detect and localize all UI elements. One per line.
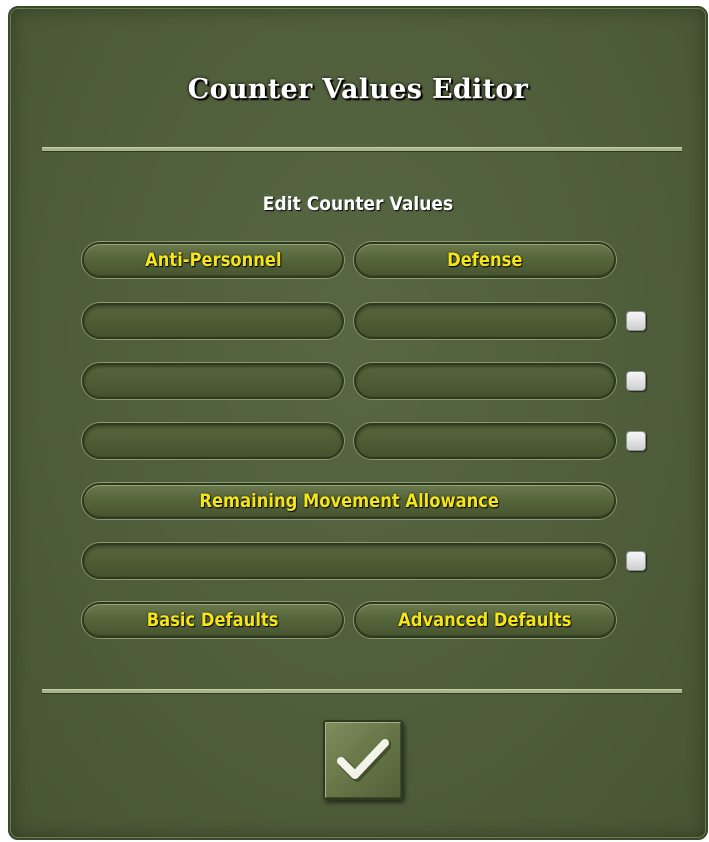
anti-personnel-header-button[interactable]: Anti-Personnel bbox=[82, 242, 344, 278]
bottom-divider bbox=[42, 689, 682, 693]
checkmark-icon bbox=[337, 739, 391, 782]
remaining-movement-allowance-header-button[interactable]: Remaining Movement Allowance bbox=[82, 483, 616, 519]
confirm-button[interactable] bbox=[323, 720, 403, 800]
defense-field-2[interactable] bbox=[354, 363, 616, 399]
defense-field-1[interactable] bbox=[354, 303, 616, 339]
advanced-defaults-button[interactable]: Advanced Defaults bbox=[354, 602, 616, 638]
defense-header-label: Defense bbox=[447, 249, 523, 271]
anti-personnel-field-1[interactable] bbox=[82, 303, 344, 339]
anti-personnel-header-label: Anti-Personnel bbox=[144, 249, 282, 271]
section-heading: Edit Counter Values bbox=[262, 193, 454, 215]
counter-values-editor-dialog: Counter Values Editor Edit Counter Value… bbox=[8, 6, 708, 840]
defense-field-3[interactable] bbox=[354, 423, 616, 459]
row-2-checkbox[interactable] bbox=[626, 371, 646, 391]
dialog-title: Counter Values Editor bbox=[187, 74, 529, 105]
anti-personnel-field-2[interactable] bbox=[82, 363, 344, 399]
remaining-movement-allowance-field[interactable] bbox=[82, 543, 616, 579]
advanced-defaults-label: Advanced Defaults bbox=[398, 609, 572, 631]
row-3-checkbox[interactable] bbox=[626, 431, 646, 451]
basic-defaults-label: Basic Defaults bbox=[147, 609, 279, 631]
basic-defaults-button[interactable]: Basic Defaults bbox=[82, 602, 344, 638]
anti-personnel-field-3[interactable] bbox=[82, 423, 344, 459]
remaining-movement-allowance-label: Remaining Movement Allowance bbox=[199, 490, 499, 512]
movement-checkbox[interactable] bbox=[626, 551, 646, 571]
row-1-checkbox[interactable] bbox=[626, 311, 646, 331]
defense-header-button[interactable]: Defense bbox=[354, 242, 616, 278]
top-divider bbox=[42, 147, 682, 151]
